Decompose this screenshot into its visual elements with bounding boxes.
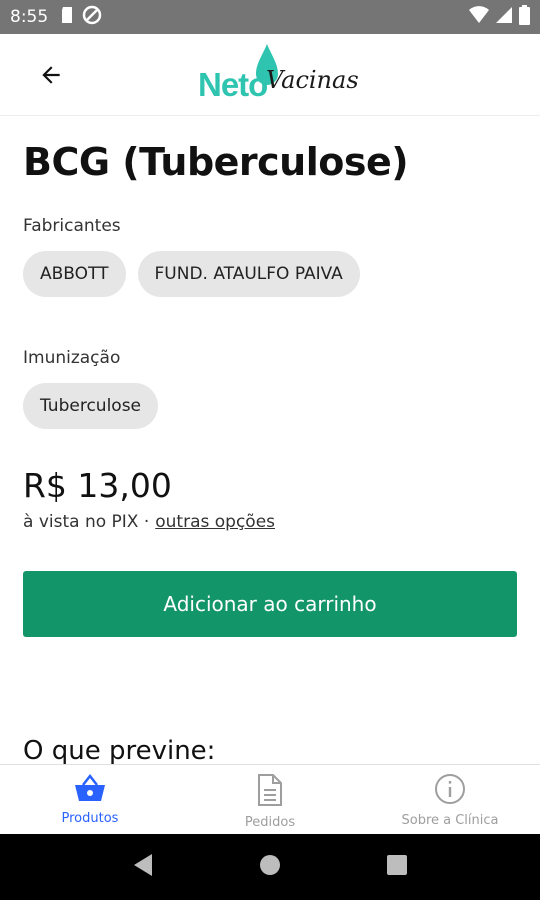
status-time: 8:55 [10, 7, 49, 27]
back-button[interactable] [30, 56, 72, 98]
no-disturb-icon [82, 5, 102, 29]
nav-label: Pedidos [244, 815, 296, 830]
system-recents-button[interactable] [377, 847, 417, 887]
product-price: R$ 13,00 [23, 466, 172, 505]
nav-item-pedidos[interactable]: Pedidos [180, 765, 360, 834]
price-note-text: à vista no PIX · [23, 512, 150, 532]
manufacturer-chip[interactable]: ABBOTT [23, 251, 126, 297]
nav-item-produtos[interactable]: Produtos [0, 765, 180, 834]
system-nav-bar [0, 834, 540, 900]
product-detail: BCG (Tuberculose) Fabricantes ABBOTT FUN… [0, 116, 540, 764]
nav-label: Sobre a Clínica [401, 813, 499, 828]
payment-options-link[interactable]: outras opções [155, 512, 275, 532]
logo-vacinas-text: Vacinas [266, 66, 359, 94]
basket-icon [73, 773, 107, 807]
app-logo: Neto Vacinas [196, 42, 359, 112]
immunization-chip[interactable]: Tuberculose [23, 383, 159, 429]
manufacturers-label: Fabricantes [23, 216, 121, 236]
price-note: à vista no PIX · outras opções [23, 512, 275, 532]
app-header: Neto Vacinas [0, 34, 540, 116]
immunization-label: Imunização [23, 348, 121, 368]
immunization-chips: Tuberculose [23, 383, 159, 429]
battery-icon [519, 5, 530, 29]
square-recents-icon [386, 854, 408, 880]
nav-item-sobre[interactable]: Sobre a Clínica [360, 765, 540, 834]
manufacturer-chip[interactable]: FUND. ATAULFO PAIVA [137, 251, 360, 297]
document-icon [255, 773, 285, 811]
product-title: BCG (Tuberculose) [23, 140, 409, 184]
system-home-button[interactable] [250, 847, 290, 887]
add-to-cart-button[interactable]: Adicionar ao carrinho [23, 571, 517, 637]
circle-home-icon [258, 853, 282, 881]
nav-label: Produtos [61, 811, 119, 826]
signal-icon [495, 6, 513, 28]
bottom-nav: Produtos Pedidos Sobre a Clínica [0, 764, 540, 834]
system-back-button[interactable] [123, 847, 163, 887]
sd-card-icon [60, 6, 74, 28]
status-bar: 8:55 [0, 0, 540, 34]
manufacturers-chips: ABBOTT FUND. ATAULFO PAIVA [23, 251, 360, 297]
triangle-back-icon [132, 853, 154, 881]
wifi-icon [469, 6, 489, 28]
arrow-left-icon [38, 62, 64, 92]
prevents-heading: O que previne: [23, 736, 216, 764]
logo-neto-text: Neto [198, 66, 268, 103]
info-icon [434, 773, 466, 809]
